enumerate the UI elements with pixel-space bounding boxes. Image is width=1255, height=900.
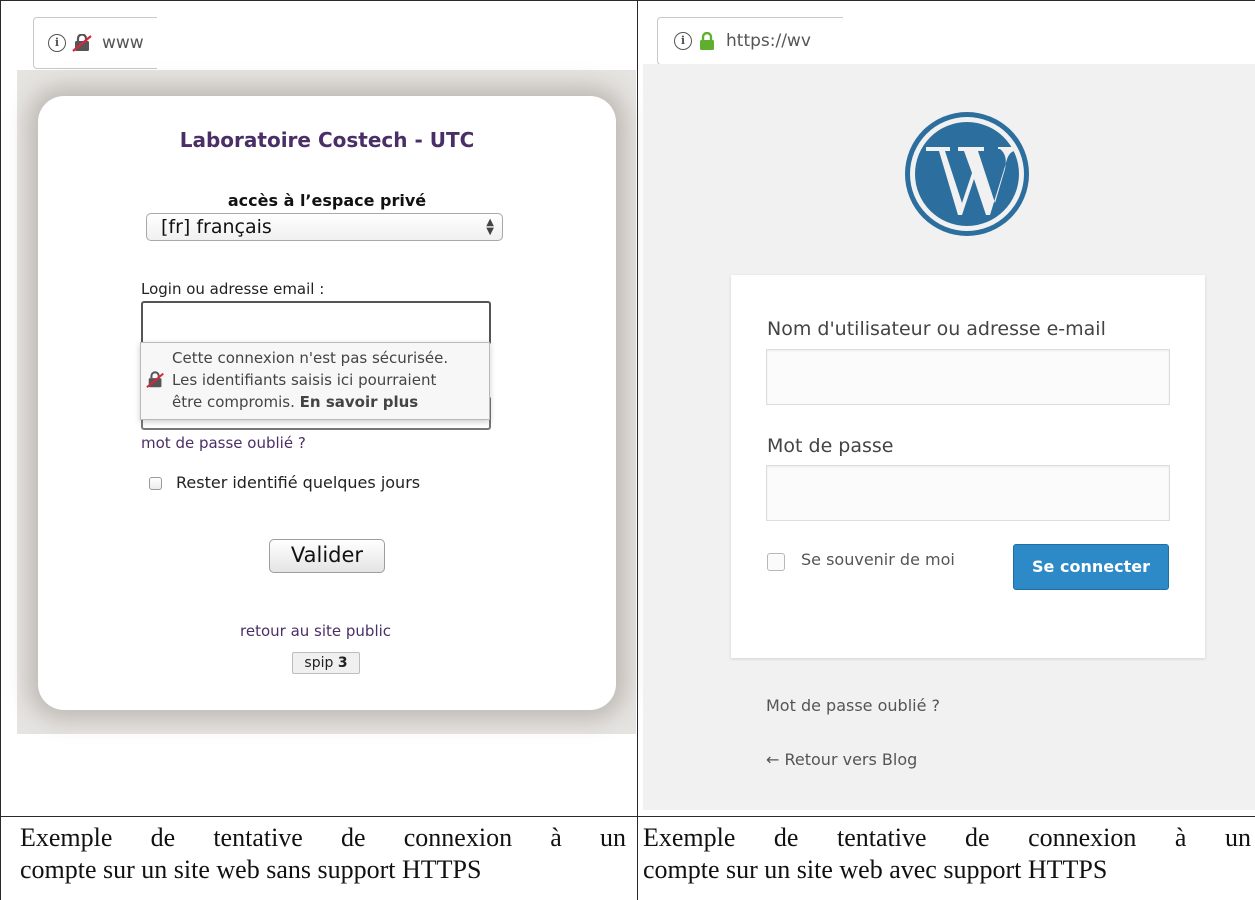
private-space-heading: accès à l’espace privé — [227, 191, 427, 210]
username-input[interactable] — [766, 349, 1170, 405]
warning-line-1: Cette connexion n'est pas sécurisée. — [172, 349, 449, 367]
lost-password-link[interactable]: Mot de passe oublié ? — [766, 696, 940, 715]
login-label: Login ou adresse email : — [141, 280, 325, 298]
warning-lock-icon — [146, 371, 166, 393]
password-input[interactable] — [766, 465, 1170, 521]
language-select-value: [fr] français — [161, 216, 272, 238]
submit-button[interactable]: Valider — [269, 539, 385, 573]
warning-line-2: Les identifiants saisis ici pourraient — [172, 371, 437, 389]
table-top-border — [0, 0, 1255, 1]
left-caption-line-2: compte sur un site web sans support HTTP… — [20, 855, 482, 884]
left-address-bar[interactable]: i www — [33, 17, 157, 69]
right-caption: Exemple de tentative de connexion à un c… — [643, 822, 1251, 886]
remember-me-checkbox[interactable] — [767, 553, 785, 571]
table-mid-border — [0, 816, 1255, 817]
site-title: Laboratoire Costech - UTC — [179, 128, 475, 152]
login-button[interactable]: Se connecter — [1013, 544, 1169, 590]
learn-more-link[interactable]: En savoir plus — [300, 393, 419, 411]
right-url-text: https://wv — [726, 31, 811, 51]
table-left-border — [0, 0, 1, 900]
login-input[interactable] — [141, 301, 491, 345]
left-caption-line-1: Exemple de tentative de connexion à un — [20, 823, 626, 852]
wordpress-logo-icon[interactable] — [904, 111, 1030, 241]
language-select[interactable]: [fr] français ▲ ▼ — [146, 213, 503, 241]
insecure-lock-icon[interactable] — [72, 33, 94, 52]
username-label: Nom d'utilisateur ou adresse e-mail — [767, 318, 1106, 340]
warning-line-3: être compromis. En savoir plus — [172, 393, 418, 411]
right-caption-line-2: compte sur un site web avec support HTTP… — [643, 855, 1108, 884]
remember-checkbox[interactable] — [149, 477, 162, 490]
info-icon[interactable]: i — [48, 34, 66, 52]
spip-badge[interactable]: spip 3 — [292, 652, 360, 674]
secure-lock-icon[interactable] — [698, 31, 716, 50]
table-center-border — [637, 0, 638, 900]
left-caption: Exemple de tentative de connexion à un c… — [20, 822, 626, 886]
spip-badge-number: 3 — [337, 655, 348, 671]
left-url-text: www — [102, 33, 144, 53]
select-arrows-icon: ▲ ▼ — [486, 217, 494, 237]
back-to-blog-link[interactable]: ← Retour vers Blog — [766, 750, 917, 769]
password-label: Mot de passe — [767, 435, 894, 457]
forgot-password-link[interactable]: mot de passe oublié ? — [141, 434, 306, 452]
spip-badge-text: spip — [304, 655, 334, 671]
back-to-public-site-link[interactable]: retour au site public — [240, 622, 391, 640]
remember-label: Rester identifié quelques jours — [176, 473, 421, 492]
remember-me-label: Se souvenir de moi — [801, 550, 955, 569]
warning-line-3-text: être compromis. — [172, 393, 295, 411]
insecure-login-warning: Cette connexion n'est pas sécurisée. Les… — [140, 342, 490, 420]
info-icon[interactable]: i — [674, 32, 692, 50]
right-address-bar[interactable]: i https://wv — [657, 17, 843, 65]
right-caption-line-1: Exemple de tentative de connexion à un — [643, 823, 1251, 852]
